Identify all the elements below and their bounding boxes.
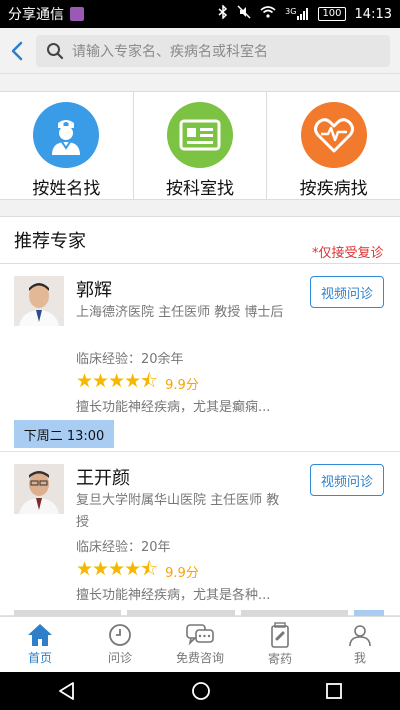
tab-home[interactable]: 首页 [0,617,80,672]
mute-icon [237,5,251,23]
medicine-icon [271,622,289,648]
doctor-name: 郭辉 [76,280,112,301]
doctor-specialty: 擅长功能神经疾病，尤其是癫痫... [76,400,271,415]
signal-icon: 3G [285,8,309,20]
wifi-icon [260,6,276,22]
doctor-experience: 临床经验：20余年 [76,352,184,367]
heart-pulse-icon [300,102,367,168]
video-consult-button[interactable]: 视频问诊 [310,464,384,496]
doctor-experience: 临床经验：20年 [76,540,171,555]
search-input[interactable]: 请输入专家名、疾病名或科室名 [36,34,390,67]
doctor-card[interactable]: 郭辉 上海德济医院 主任医师 教授 博士后 临床经验：20余年 ★★★★⯪ 9.… [0,264,400,452]
category-label: 按科室找 [166,179,234,199]
battery-icon: 100 [318,7,346,21]
rating-score: 9.9分 [165,377,199,393]
app-notification-icon [70,7,84,21]
doctor-specialty: 擅长功能神经疾病，尤其是各种... [76,588,271,603]
home-icon [28,624,52,646]
clock-time: 14:13 [354,6,392,22]
tab-me[interactable]: 我 [320,617,400,672]
rating: ★★★★⯪ 9.9分 [76,555,199,587]
doctor-list: 郭辉 上海德济医院 主任医师 教授 博士后 临床经验：20余年 ★★★★⯪ 9.… [0,264,400,616]
category-label: 按疾病找 [299,179,368,199]
rating: ★★★★⯪ 9.9分 [76,367,199,399]
tab-label: 寄药 [267,652,292,666]
doctor-affiliation: 上海德济医院 主任医师 教授 博士后 [76,305,284,320]
chat-icon [186,624,214,646]
tab-label: 我 [353,651,366,665]
chevron-left-icon [11,41,23,60]
tab-label: 免费咨询 [175,651,224,665]
category-by-name[interactable]: 按姓名找 [0,92,134,199]
return-visit-note: *仅接受复诊 [312,246,384,261]
avatar [14,276,64,326]
bluetooth-icon [218,4,228,23]
category-by-department[interactable]: 按科室找 [134,92,268,199]
id-card-icon [167,102,233,168]
network-type: 3G [285,7,297,16]
status-bar: 分享通信 3G 100 14:13 [0,0,400,28]
star-rating-icon: ★★★★⯪ [76,558,158,580]
category-label: 按姓名找 [32,179,101,199]
search-placeholder: 请输入专家名、疾病名或科室名 [72,43,268,60]
category-row: 按姓名找 按科室找 按疾病找 [0,91,400,200]
recents-square-icon[interactable] [325,682,343,700]
home-circle-icon[interactable] [191,681,211,701]
star-rating-icon: ★★★★⯪ [76,370,158,392]
category-by-disease[interactable]: 按疾病找 [267,92,400,199]
back-triangle-icon[interactable] [57,681,77,701]
section-title: 推荐专家 [14,231,86,252]
bottom-tab-bar: 首页 问诊 免费咨询 寄药 我 [0,616,400,672]
status-right: 3G 100 14:13 [218,4,392,23]
tab-label: 首页 [27,651,52,665]
system-nav-bar [0,672,400,710]
search-icon [47,42,64,59]
person-icon [349,625,371,647]
tab-free-consult[interactable]: 免费咨询 [160,617,240,672]
tab-label: 问诊 [107,651,132,665]
schedule-tag: 下周二 13:00 [14,420,114,448]
tab-consult[interactable]: 问诊 [80,617,160,672]
clock-icon [109,624,131,646]
doctor-icon [33,102,100,168]
status-left: 分享通信 [8,4,84,24]
rating-score: 9.9分 [165,565,199,581]
carrier-name: 分享通信 [8,7,64,23]
back-button[interactable] [6,36,28,66]
doctor-affiliation: 复旦大学附属华山医院 主任医师 教授 [76,493,280,530]
doctor-card[interactable]: 王开颜 复旦大学附属华山医院 主任医师 教授 临床经验：20年 ★★★★⯪ 9.… [0,452,400,616]
tab-medicine[interactable]: 寄药 [240,617,320,672]
video-consult-button[interactable]: 视频问诊 [310,276,384,308]
doctor-name: 王开颜 [76,468,130,489]
search-header: 请输入专家名、疾病名或科室名 [0,28,400,74]
avatar [14,464,64,514]
